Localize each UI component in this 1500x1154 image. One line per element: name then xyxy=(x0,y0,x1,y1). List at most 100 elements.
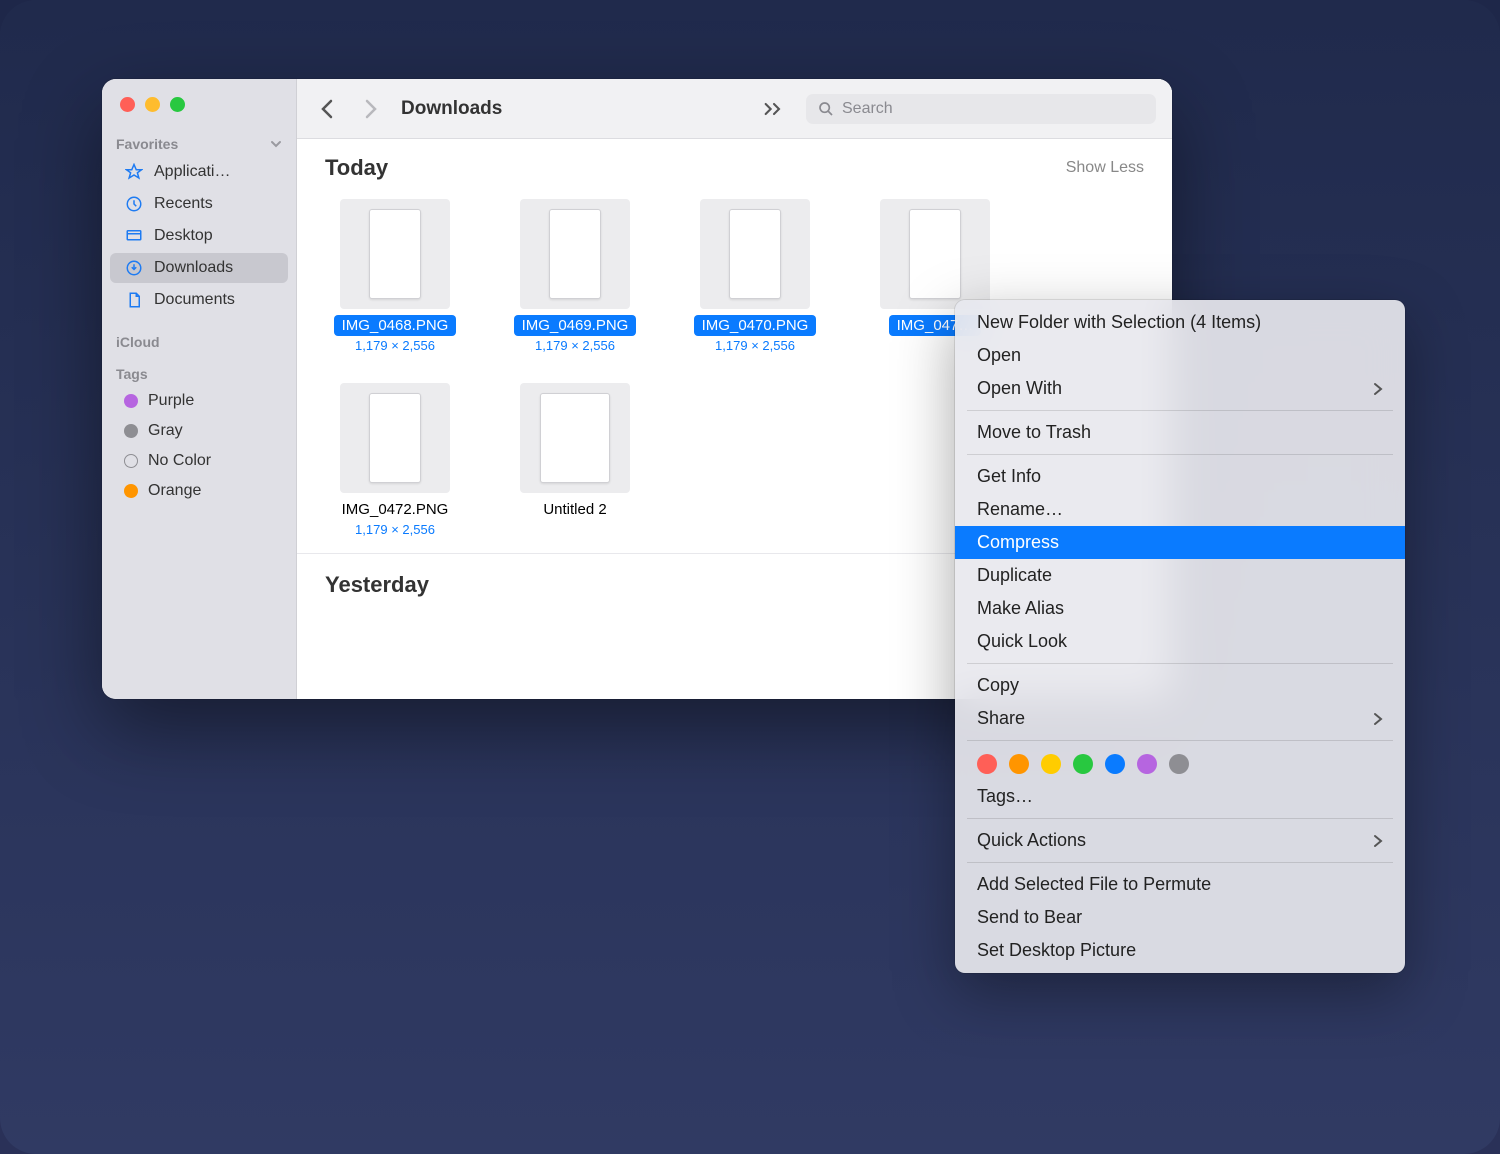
file-thumbnail xyxy=(340,383,450,493)
menu-share[interactable]: Share xyxy=(955,702,1405,735)
sidebar-item-label: Recents xyxy=(154,195,213,213)
tag-dot-icon xyxy=(124,454,138,468)
tag-blue[interactable] xyxy=(1105,754,1125,774)
file-dimensions: 1,179 × 2,556 xyxy=(355,522,435,537)
forward-button[interactable] xyxy=(357,95,385,123)
tag-red[interactable] xyxy=(977,754,997,774)
search-input[interactable] xyxy=(842,100,1144,118)
search-field[interactable] xyxy=(806,94,1156,124)
sidebar-section-label: iCloud xyxy=(116,334,160,350)
file-thumbnail xyxy=(520,383,630,493)
sidebar-item-label: Downloads xyxy=(154,259,233,277)
documents-icon xyxy=(124,290,144,310)
file-name: Untitled 2 xyxy=(535,499,614,520)
maximize-button[interactable] xyxy=(170,97,185,112)
menu-add-permute[interactable]: Add Selected File to Permute xyxy=(955,868,1405,901)
chevron-right-icon xyxy=(1373,712,1383,726)
tag-gray[interactable] xyxy=(1169,754,1189,774)
chevron-right-icon xyxy=(1373,382,1383,396)
menu-open[interactable]: Open xyxy=(955,339,1405,372)
sidebar-item-label: Purple xyxy=(148,392,194,410)
chevron-right-icon xyxy=(1373,834,1383,848)
menu-quick-actions[interactable]: Quick Actions xyxy=(955,824,1405,857)
sidebar-tag-gray[interactable]: Gray xyxy=(110,417,288,445)
show-less-button[interactable]: Show Less xyxy=(1066,159,1144,177)
menu-separator xyxy=(967,862,1393,863)
menu-move-to-trash[interactable]: Move to Trash xyxy=(955,416,1405,449)
sidebar: Favorites Applicati… Recents xyxy=(102,79,297,699)
menu-copy[interactable]: Copy xyxy=(955,669,1405,702)
sidebar-item-label: Gray xyxy=(148,422,183,440)
sidebar-section-favorites[interactable]: Favorites xyxy=(102,130,296,156)
file-name: IMG_0470.PNG xyxy=(694,315,817,336)
sidebar-item-label: Documents xyxy=(154,291,235,309)
tag-dot-icon xyxy=(124,484,138,498)
tag-yellow[interactable] xyxy=(1041,754,1061,774)
sidebar-tag-purple[interactable]: Purple xyxy=(110,387,288,415)
back-button[interactable] xyxy=(313,95,341,123)
sidebar-item-documents[interactable]: Documents xyxy=(110,285,288,315)
file-dimensions: 1,179 × 2,556 xyxy=(715,338,795,353)
file-thumbnail xyxy=(880,199,990,309)
sidebar-tag-nocolor[interactable]: No Color xyxy=(110,447,288,475)
applications-icon xyxy=(124,162,144,182)
file-name: IMG_0468.PNG xyxy=(334,315,457,336)
tag-dot-icon xyxy=(124,424,138,438)
context-menu: New Folder with Selection (4 Items) Open… xyxy=(955,300,1405,973)
folder-title: Downloads xyxy=(401,98,502,120)
menu-compress[interactable]: Compress xyxy=(955,526,1405,559)
minimize-button[interactable] xyxy=(145,97,160,112)
menu-separator xyxy=(967,410,1393,411)
menu-get-info[interactable]: Get Info xyxy=(955,460,1405,493)
close-button[interactable] xyxy=(120,97,135,112)
desktop-background: Favorites Applicati… Recents xyxy=(0,0,1500,1154)
sidebar-item-applications[interactable]: Applicati… xyxy=(110,157,288,187)
group-title: Today xyxy=(325,155,388,181)
sidebar-item-label: No Color xyxy=(148,452,211,470)
file-item[interactable]: Untitled 2 xyxy=(505,383,645,537)
desktop-icon xyxy=(124,226,144,246)
menu-separator xyxy=(967,454,1393,455)
tag-dot-icon xyxy=(124,394,138,408)
tag-orange[interactable] xyxy=(1009,754,1029,774)
file-item[interactable]: IMG_0468.PNG 1,179 × 2,556 xyxy=(325,199,465,353)
sidebar-item-label: Orange xyxy=(148,482,201,500)
traffic-lights xyxy=(102,97,296,130)
group-title: Yesterday xyxy=(325,572,429,598)
toolbar: Downloads xyxy=(297,79,1172,139)
menu-make-alias[interactable]: Make Alias xyxy=(955,592,1405,625)
downloads-icon xyxy=(124,258,144,278)
file-item[interactable]: IMG_0470.PNG 1,179 × 2,556 xyxy=(685,199,825,353)
menu-new-folder[interactable]: New Folder with Selection (4 Items) xyxy=(955,306,1405,339)
sidebar-item-label: Desktop xyxy=(154,227,213,245)
chevron-down-icon xyxy=(270,138,282,150)
tag-green[interactable] xyxy=(1073,754,1093,774)
menu-quick-look[interactable]: Quick Look xyxy=(955,625,1405,658)
file-item[interactable]: IMG_0472.PNG 1,179 × 2,556 xyxy=(325,383,465,537)
menu-set-desktop[interactable]: Set Desktop Picture xyxy=(955,934,1405,967)
recents-icon xyxy=(124,194,144,214)
sidebar-section-tags[interactable]: Tags xyxy=(102,360,296,386)
sidebar-tag-orange[interactable]: Orange xyxy=(110,477,288,505)
menu-open-with[interactable]: Open With xyxy=(955,372,1405,405)
file-name: IMG_0469.PNG xyxy=(514,315,637,336)
menu-tags[interactable]: Tags… xyxy=(955,780,1405,813)
menu-rename[interactable]: Rename… xyxy=(955,493,1405,526)
menu-tag-colors xyxy=(955,746,1405,780)
tag-purple[interactable] xyxy=(1137,754,1157,774)
file-dimensions: 1,179 × 2,556 xyxy=(355,338,435,353)
sidebar-item-label: Applicati… xyxy=(154,163,230,181)
sidebar-section-label: Favorites xyxy=(116,136,178,152)
file-item[interactable]: IMG_0469.PNG 1,179 × 2,556 xyxy=(505,199,645,353)
sidebar-item-recents[interactable]: Recents xyxy=(110,189,288,219)
menu-duplicate[interactable]: Duplicate xyxy=(955,559,1405,592)
menu-separator xyxy=(967,818,1393,819)
sidebar-section-icloud[interactable]: iCloud xyxy=(102,328,296,354)
sidebar-item-downloads[interactable]: Downloads xyxy=(110,253,288,283)
file-thumbnail xyxy=(520,199,630,309)
search-icon xyxy=(818,101,834,117)
overflow-button[interactable] xyxy=(764,101,784,117)
sidebar-item-desktop[interactable]: Desktop xyxy=(110,221,288,251)
sidebar-section-label: Tags xyxy=(116,366,148,382)
menu-send-bear[interactable]: Send to Bear xyxy=(955,901,1405,934)
